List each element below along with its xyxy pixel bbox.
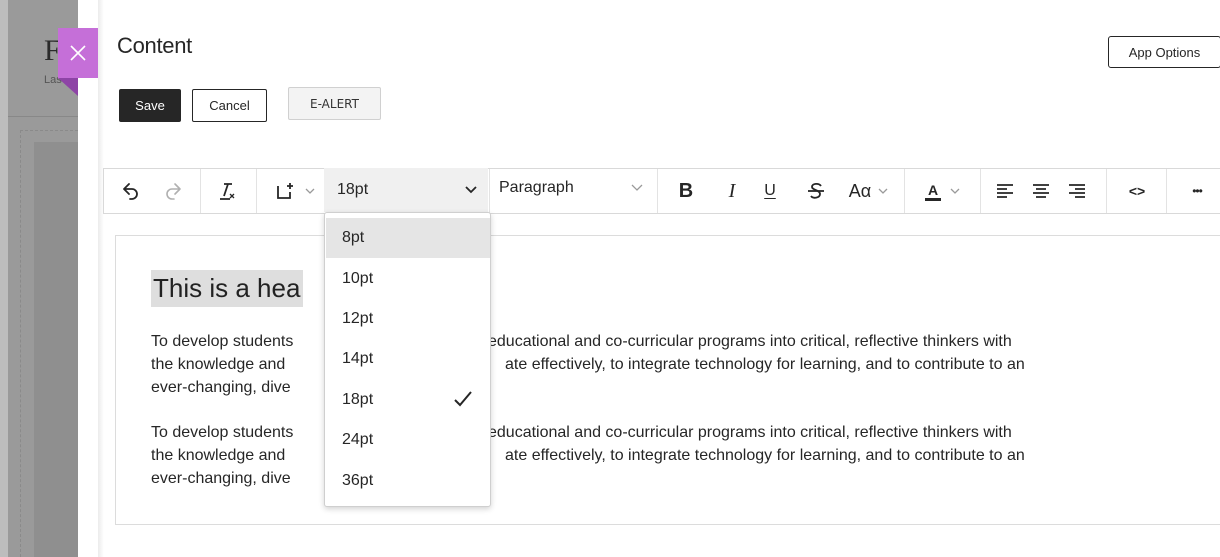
font-size-select[interactable]: 18pt — [324, 168, 488, 212]
paragraph-text: ever-changing, dive — [151, 470, 291, 487]
paragraph-text: To develop students — [151, 333, 294, 350]
clear-formatting-icon — [220, 183, 235, 200]
text-case-icon: Aα — [848, 180, 872, 201]
code-view-button[interactable]: <> — [1122, 169, 1152, 213]
align-left-icon — [997, 184, 1013, 198]
save-button[interactable]: Save — [119, 89, 181, 122]
undo-button[interactable] — [116, 169, 144, 213]
paragraph-text: the knowledge and — [151, 447, 286, 464]
font-size-option-10pt[interactable]: 10pt — [326, 259, 490, 299]
bold-button[interactable]: B — [674, 169, 698, 213]
paragraph-text: the knowledge and — [151, 356, 286, 373]
redo-button[interactable] — [160, 169, 188, 213]
paragraph-text: ate effectively, to integrate technology… — [505, 356, 1025, 373]
panel-title: Content — [117, 33, 192, 58]
paragraph-1-line-1: To develop students educational and co-cu… — [151, 332, 1161, 351]
chevron-down-icon — [631, 184, 643, 191]
paragraph-2-line-2: the knowledge and ate effectively, to int… — [151, 446, 1161, 465]
strikethrough-icon — [808, 182, 824, 199]
toolbar-separator — [1106, 169, 1107, 213]
paragraph-2-line-1: To develop students educational and co-cu… — [151, 423, 1161, 442]
font-size-option-36pt[interactable]: 36pt — [326, 461, 490, 501]
align-center-icon — [1033, 184, 1049, 198]
editor-toolbar: B I U Aα A <> ••• — [103, 168, 1220, 214]
insert-content-icon — [277, 183, 293, 199]
paragraph-text: To develop students — [151, 424, 294, 441]
toolbar-separator — [904, 169, 905, 213]
cancel-button[interactable]: Cancel — [192, 89, 267, 122]
paragraph-text: ate effectively, to integrate technology… — [505, 447, 1025, 464]
app-options-button[interactable]: App Options — [1108, 36, 1220, 68]
paragraph-text: ever-changing, dive — [151, 379, 291, 396]
background-divider — [8, 116, 78, 117]
text-case-button[interactable]: Aα — [842, 169, 896, 213]
toolbar-separator — [489, 169, 490, 213]
toolbar-separator — [1166, 169, 1167, 213]
paragraph-1-line-3: ever-changing, dive — [151, 378, 1161, 397]
align-right-button[interactable] — [1064, 169, 1090, 213]
toolbar-separator — [200, 169, 201, 213]
toolbar-separator — [657, 169, 658, 213]
text-color-button[interactable]: A — [916, 169, 970, 213]
font-size-option-14pt[interactable]: 14pt — [326, 339, 490, 379]
chevron-down-icon — [305, 188, 315, 194]
align-left-button[interactable] — [992, 169, 1018, 213]
close-panel-button[interactable] — [58, 28, 98, 78]
heading-text[interactable]: This is a hea — [151, 270, 304, 307]
paragraph-text: educational and co-curricular programs i… — [488, 333, 1012, 350]
font-size-value: 18pt — [337, 181, 369, 198]
font-size-option-24pt[interactable]: 24pt — [326, 420, 490, 460]
insert-content-button[interactable] — [268, 169, 322, 213]
paragraph-text: educational and co-curricular programs i… — [488, 424, 1012, 441]
close-icon — [70, 45, 86, 61]
italic-button[interactable]: I — [720, 169, 744, 213]
font-size-dropdown: 8pt 10pt 12pt 14pt 18pt 24pt 36pt — [324, 212, 491, 507]
paragraph-1-line-2: the knowledge and ate effectively, to int… — [151, 355, 1161, 374]
strikethrough-button[interactable] — [804, 169, 828, 213]
panel-shadow — [98, 0, 104, 557]
e-alert-button[interactable]: E-ALERT — [288, 87, 381, 120]
underline-button[interactable]: U — [758, 169, 782, 213]
font-size-option-label: 18pt — [342, 391, 374, 408]
toolbar-separator — [980, 169, 981, 213]
close-button-tail — [58, 78, 78, 96]
font-size-option-18pt[interactable]: 18pt — [326, 380, 490, 420]
chevron-down-icon — [465, 186, 477, 194]
paragraph-2-line-3: ever-changing, dive — [151, 469, 1161, 488]
background-strip — [0, 0, 8, 557]
background-box — [34, 142, 78, 557]
font-size-option-8pt[interactable]: 8pt — [326, 218, 490, 258]
toolbar-separator — [256, 169, 257, 213]
undo-icon — [123, 183, 138, 200]
font-size-option-12pt[interactable]: 12pt — [326, 299, 490, 339]
chevron-down-icon — [950, 188, 960, 194]
align-center-button[interactable] — [1028, 169, 1054, 213]
checkmark-icon — [454, 391, 472, 407]
redo-icon — [166, 183, 181, 200]
clear-formatting-button[interactable] — [212, 169, 240, 213]
more-options-button[interactable]: ••• — [1182, 169, 1212, 213]
align-right-icon — [1069, 184, 1085, 198]
chevron-down-icon — [878, 188, 888, 194]
paragraph-format-select[interactable]: Paragraph — [499, 179, 574, 197]
text-color-icon: A — [924, 182, 942, 201]
